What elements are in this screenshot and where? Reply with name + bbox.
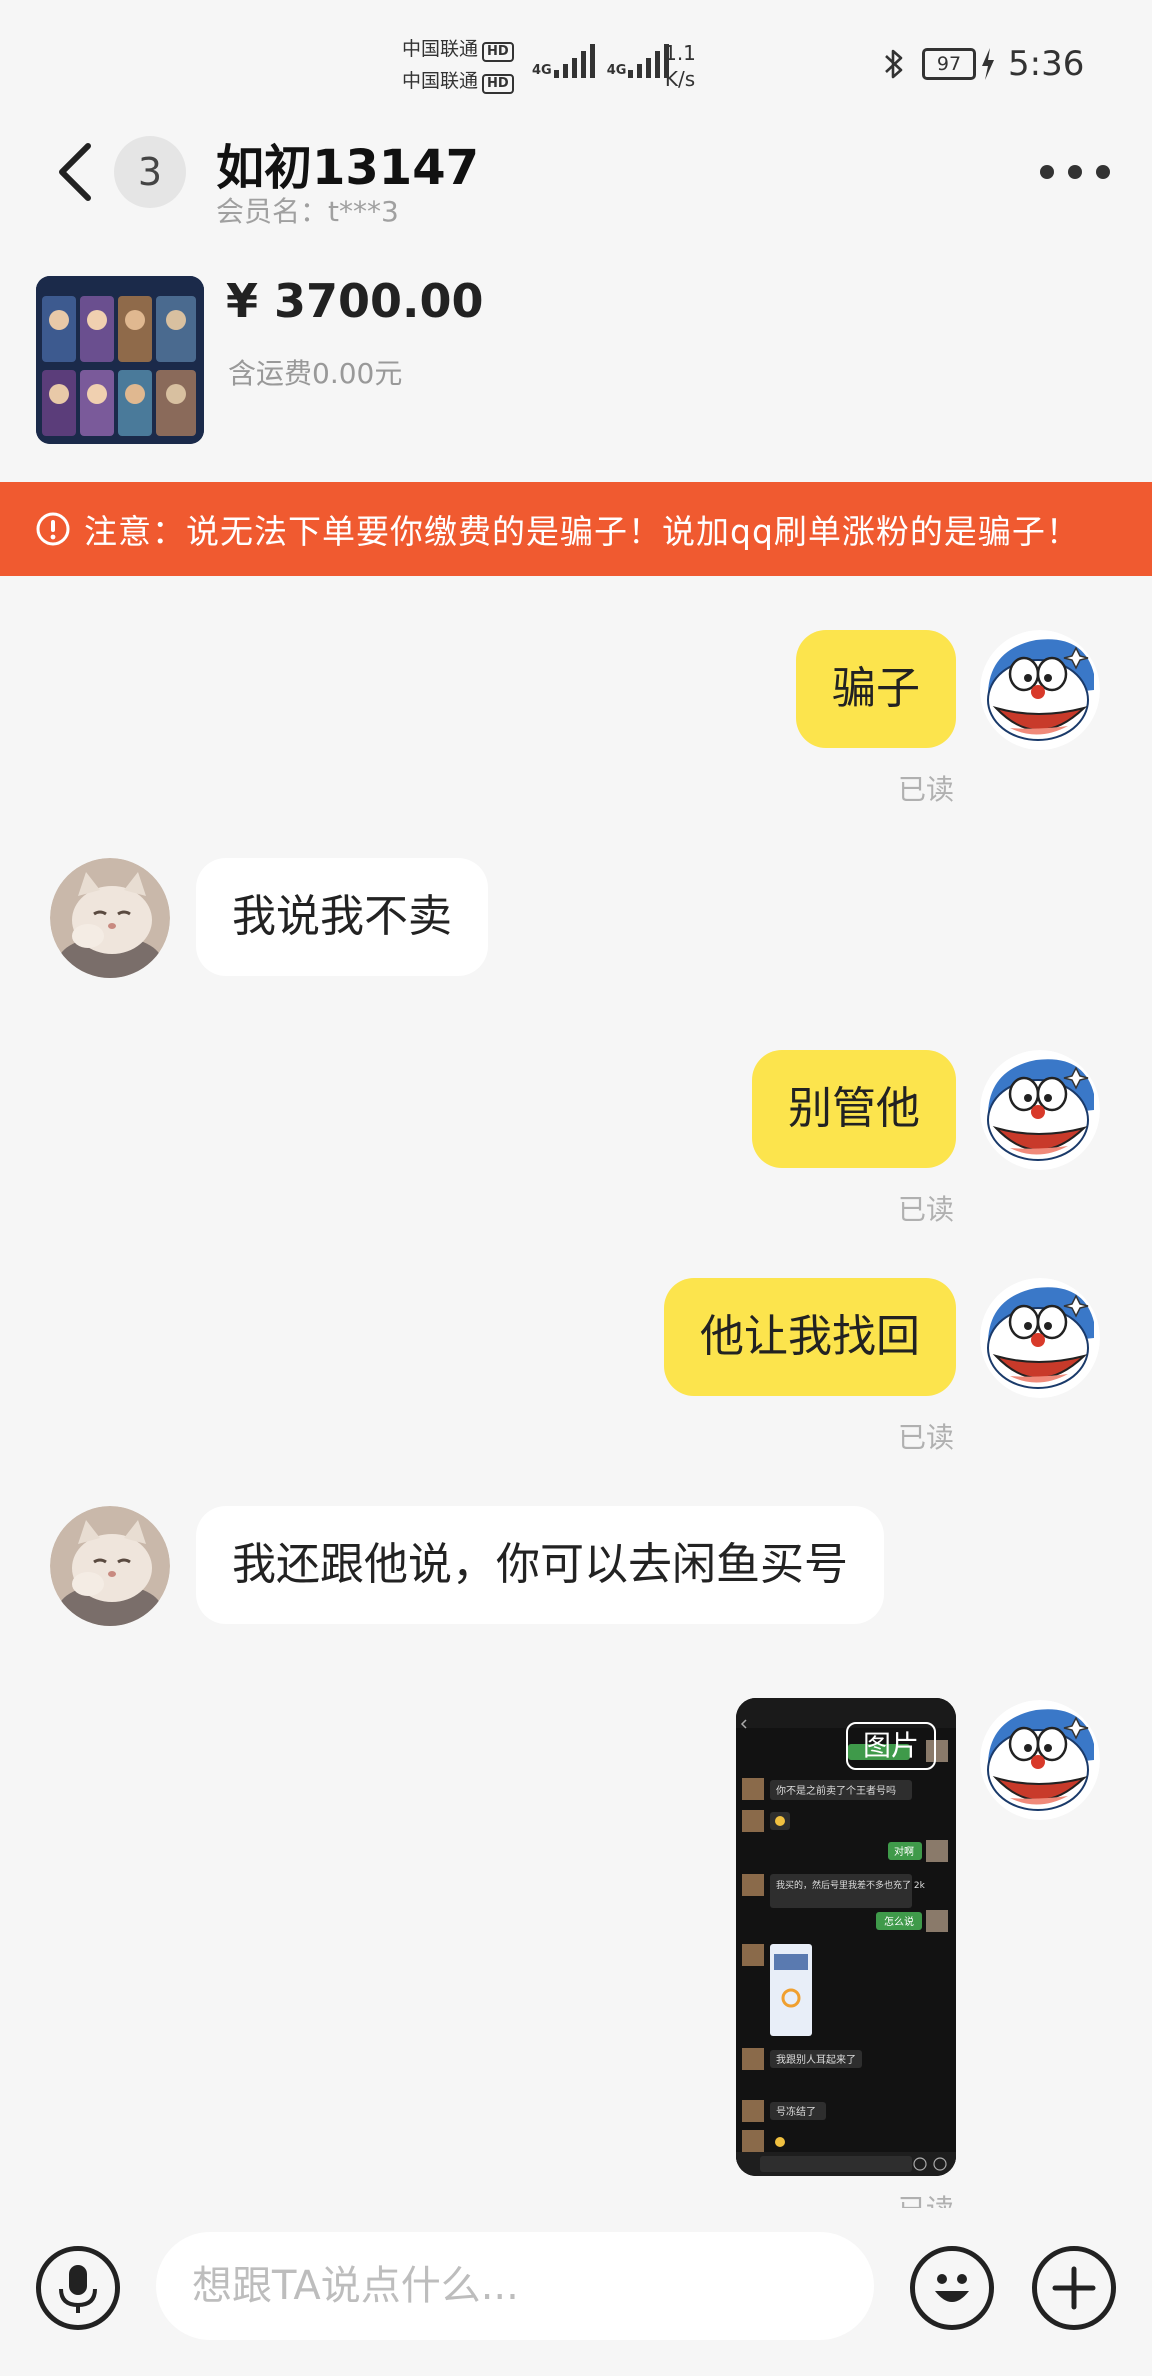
alert-icon bbox=[36, 512, 70, 546]
svg-text:我跟别人耳起来了: 我跟别人耳起来了 bbox=[776, 2054, 856, 2066]
my-avatar[interactable] bbox=[980, 1700, 1100, 1820]
status-bar: 中国联通 HD 中国联通 HD 4G 4G 1.1 K/s 97 5:36 bbox=[0, 0, 1152, 130]
contact-name: 如初13147 bbox=[216, 140, 479, 196]
carrier-1: 中国联通 HD bbox=[402, 34, 514, 64]
message-bubble-mine[interactable]: 别管他 bbox=[752, 1050, 956, 1168]
warning-text: 注意：说无法下单要你缴费的是骗子！说加qq刷单涨粉的是骗子！ bbox=[84, 512, 1080, 551]
signal-1-icon: 4G bbox=[532, 44, 595, 78]
message-bubble-theirs[interactable]: 我说我不卖 bbox=[196, 858, 488, 976]
game-characters-image bbox=[36, 276, 204, 444]
shipping-fee: 含运费0.00元 bbox=[228, 357, 403, 390]
product-price: ¥ 3700.00 bbox=[226, 274, 484, 328]
smiley-icon bbox=[935, 2274, 969, 2302]
my-avatar[interactable] bbox=[980, 630, 1100, 750]
clock: 5:36 bbox=[1008, 44, 1085, 84]
message-bubble-mine[interactable]: 骗子 bbox=[796, 630, 956, 748]
signal-icons: 4G 4G bbox=[532, 44, 670, 78]
my-avatar[interactable] bbox=[980, 1278, 1100, 1398]
product-thumbnail[interactable] bbox=[36, 276, 204, 444]
message-input[interactable]: 想跟TA说点什么... bbox=[156, 2232, 874, 2340]
image-label: 图片 bbox=[846, 1722, 936, 1770]
chevron-left-icon bbox=[59, 143, 91, 201]
scam-warning-banner: 注意：说无法下单要你缴费的是骗子！说加qq刷单涨粉的是骗子！ bbox=[0, 482, 1152, 576]
svg-text:你不是之前卖了个王者号吗: 你不是之前卖了个王者号吗 bbox=[776, 1784, 896, 1797]
member-name: 会员名：t***3 bbox=[216, 195, 399, 228]
message-bubble-mine[interactable]: 他让我找回 bbox=[664, 1278, 956, 1396]
voice-button[interactable] bbox=[36, 2246, 120, 2330]
read-status: 已读 bbox=[898, 773, 955, 806]
read-status: 已读 bbox=[898, 1193, 955, 1226]
unread-count-badge[interactable]: 3 bbox=[114, 136, 186, 208]
charging-icon bbox=[980, 48, 996, 80]
net-speed: 1.1 K/s bbox=[664, 41, 696, 91]
svg-text:怎么说: 怎么说 bbox=[884, 1915, 914, 1928]
read-status: 已读 bbox=[898, 2188, 954, 2208]
carrier-2: 中国联通 HD bbox=[402, 66, 514, 96]
message-bubble-theirs[interactable]: 我还跟他说，你可以去闲鱼买号 bbox=[196, 1506, 884, 1624]
more-options-button[interactable] bbox=[1040, 160, 1110, 184]
microphone-icon bbox=[59, 2265, 97, 2313]
back-button[interactable] bbox=[52, 140, 100, 204]
more-actions-button[interactable] bbox=[1032, 2246, 1116, 2330]
svg-text:我买的，然后号里我差不多也充了 2k: 我买的，然后号里我差不多也充了 2k bbox=[776, 1879, 926, 1891]
plus-icon bbox=[1052, 2266, 1096, 2310]
contact-avatar[interactable] bbox=[50, 1506, 170, 1626]
svg-text:对啊: 对啊 bbox=[894, 1845, 914, 1858]
svg-text:号冻结了: 号冻结了 bbox=[776, 2105, 816, 2118]
emoji-button[interactable] bbox=[910, 2246, 994, 2330]
my-avatar[interactable] bbox=[980, 1050, 1100, 1170]
read-status: 已读 bbox=[898, 1421, 955, 1454]
contact-avatar[interactable] bbox=[50, 858, 170, 978]
bluetooth-icon bbox=[882, 46, 906, 82]
battery-icon: 97 bbox=[922, 48, 976, 80]
